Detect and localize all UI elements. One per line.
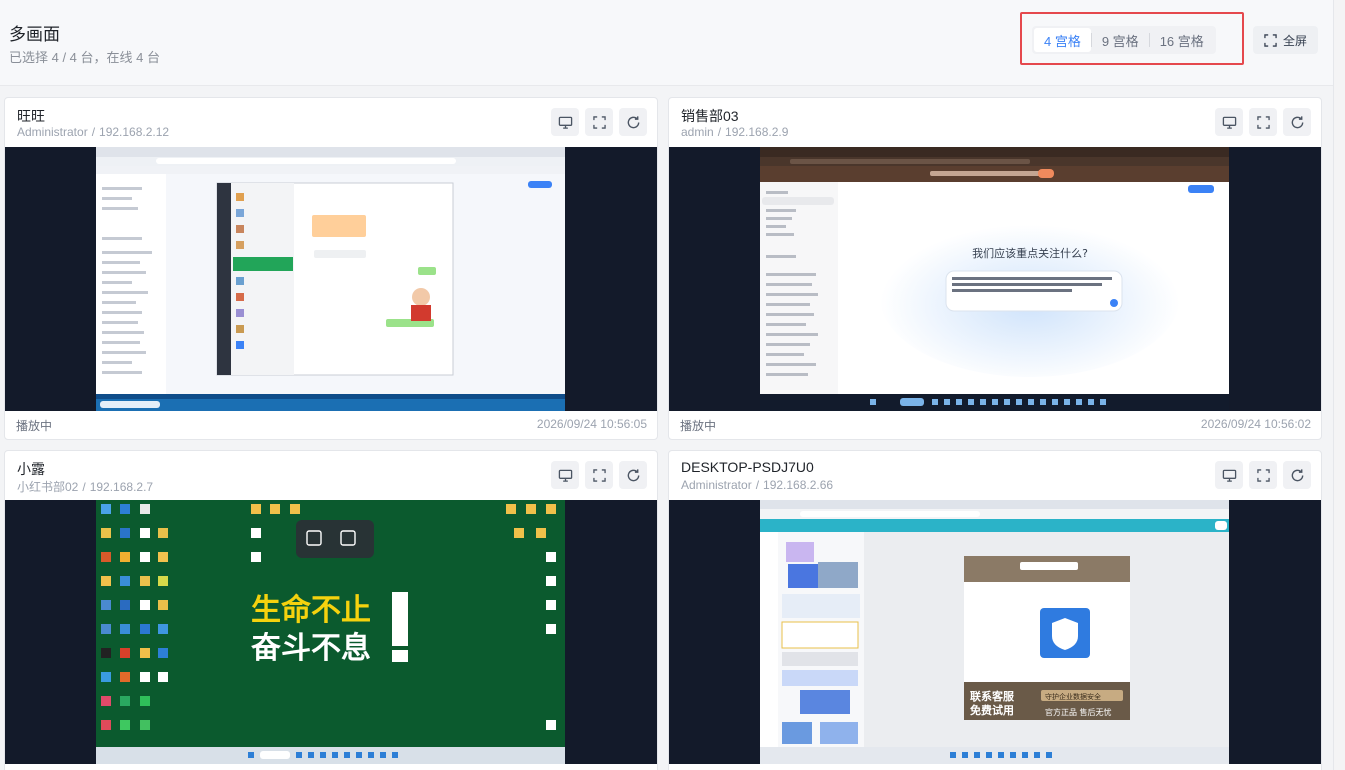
screen-heading: 我们应该重点关注什么? — [972, 246, 1088, 260]
device-user: Administrator — [681, 478, 752, 492]
card-fullscreen-button[interactable] — [1249, 461, 1277, 489]
device-ip: 192.168.2.7 — [89, 480, 154, 494]
view-desktop-button[interactable] — [1215, 108, 1243, 136]
remote-desktop-view: 联系客服 免费试用 守护企业数据安全 官方正品 售后无忧 — [760, 500, 1229, 764]
device-name: 销售部03 — [681, 108, 739, 124]
remote-screen[interactable]: 生命不止 奋斗不息 — [5, 500, 657, 764]
fullscreen-button[interactable]: 全屏 — [1253, 26, 1318, 54]
refresh-icon — [1291, 468, 1303, 481]
refresh-button[interactable] — [1283, 461, 1311, 489]
timestamp: 2026/09/24 10:56:05 — [536, 417, 647, 431]
monitor-icon — [1222, 116, 1236, 129]
view-desktop-button[interactable] — [551, 461, 579, 489]
playback-status: 播放中 — [680, 419, 717, 433]
selection-summary: 已选择 4 / 4 台，在线 4 台 — [9, 50, 160, 65]
remote-screen[interactable] — [5, 147, 657, 411]
device-card: 旺旺 Administrator/192.168.2.12 播放中 2026/0… — [4, 97, 658, 440]
remote-desktop-image: 联系客服 免费试用 守护企业数据安全 官方正品 售后无忧 — [760, 500, 1229, 764]
card-footer — [669, 764, 1321, 770]
device-user: 小红书部02 — [17, 480, 79, 494]
refresh-icon — [627, 115, 639, 128]
fullscreen-icon — [1256, 115, 1270, 129]
card-toolbar — [551, 461, 647, 489]
layout-switch-highlight: 4 宫格 9 宫格 16 宫格 — [1020, 12, 1244, 65]
remote-desktop-image: 我们应该重点关注什么? — [760, 147, 1229, 411]
poster-line-2: 免费试用 — [970, 703, 1014, 717]
wallpaper-line-1: 生命不止 — [251, 593, 371, 628]
device-ip: 192.168.2.66 — [763, 478, 834, 492]
refresh-button[interactable] — [619, 108, 647, 136]
card-toolbar — [551, 108, 647, 136]
monitor-icon — [558, 469, 572, 482]
remote-screen[interactable]: 我们应该重点关注什么? — [669, 147, 1321, 411]
page-header: 多画面 已选择 4 / 4 台，在线 4 台 4 宫格 9 宫格 16 宫格 全… — [0, 0, 1333, 86]
poster-line-1: 联系客服 — [970, 689, 1015, 703]
refresh-button[interactable] — [619, 461, 647, 489]
device-card: 小露 小红书部02/192.168.2.7 生命不止 奋斗不息 — [4, 450, 658, 770]
device-meta: admin/192.168.2.9 — [681, 125, 789, 139]
poster-footer: 官方正品 售后无忧 — [1045, 707, 1112, 717]
device-ip: 192.168.2.12 — [99, 125, 170, 139]
device-user: admin — [681, 125, 714, 139]
refresh-button[interactable] — [1283, 108, 1311, 136]
monitor-icon — [1222, 469, 1236, 482]
device-user: Administrator — [17, 125, 88, 139]
card-fullscreen-button[interactable] — [585, 108, 613, 136]
fullscreen-icon — [1256, 468, 1270, 482]
playback-status: 播放中 — [16, 419, 53, 433]
remote-desktop-image: 生命不止 奋斗不息 — [96, 500, 565, 764]
device-ip: 192.168.2.9 — [725, 125, 789, 139]
fullscreen-label: 全屏 — [1282, 33, 1307, 48]
monitor-icon — [558, 116, 572, 129]
device-meta: Administrator/192.168.2.66 — [681, 478, 834, 492]
page-title: 多画面 — [9, 25, 60, 44]
refresh-icon — [627, 468, 639, 481]
remote-desktop-view: 我们应该重点关注什么? — [760, 147, 1229, 411]
layout-16-grid-button[interactable]: 16 宫格 — [1150, 28, 1214, 52]
fullscreen-icon — [1264, 33, 1277, 47]
fullscreen-icon — [592, 468, 606, 482]
card-toolbar — [1215, 461, 1311, 489]
card-fullscreen-button[interactable] — [585, 461, 613, 489]
device-name: 小露 — [17, 461, 45, 477]
fullscreen-icon — [592, 115, 606, 129]
layout-switch: 4 宫格 9 宫格 16 宫格 — [1032, 26, 1216, 54]
timestamp: 2026/09/24 10:56:02 — [1200, 417, 1311, 431]
remote-desktop-image — [96, 147, 565, 411]
device-meta: 小红书部02/192.168.2.7 — [17, 480, 154, 494]
page-scrollbar[interactable] — [1333, 0, 1345, 770]
card-footer — [5, 764, 657, 770]
remote-desktop-view — [96, 147, 565, 411]
remote-desktop-view: 生命不止 奋斗不息 — [96, 500, 565, 764]
refresh-icon — [1291, 115, 1303, 128]
view-desktop-button[interactable] — [1215, 461, 1243, 489]
device-card: 销售部03 admin/192.168.2.9 我们应该重点关注什么? 播放中 … — [668, 97, 1322, 440]
device-card: DESKTOP-PSDJ7U0 Administrator/192.168.2.… — [668, 450, 1322, 770]
device-meta: Administrator/192.168.2.12 — [17, 125, 170, 139]
card-toolbar — [1215, 108, 1311, 136]
layout-9-grid-button[interactable]: 9 宫格 — [1092, 28, 1149, 52]
device-name: DESKTOP-PSDJ7U0 — [681, 459, 814, 475]
layout-4-grid-button[interactable]: 4 宫格 — [1034, 28, 1091, 52]
wallpaper-line-2: 奋斗不息 — [251, 631, 371, 666]
remote-screen[interactable]: 联系客服 免费试用 守护企业数据安全 官方正品 售后无忧 — [669, 500, 1321, 764]
card-footer: 播放中 2026/09/24 10:56:05 — [5, 411, 657, 439]
device-name: 旺旺 — [17, 108, 45, 124]
card-footer: 播放中 2026/09/24 10:56:02 — [669, 411, 1321, 439]
view-desktop-button[interactable] — [551, 108, 579, 136]
card-fullscreen-button[interactable] — [1249, 108, 1277, 136]
poster-tag: 守护企业数据安全 — [1045, 692, 1101, 701]
